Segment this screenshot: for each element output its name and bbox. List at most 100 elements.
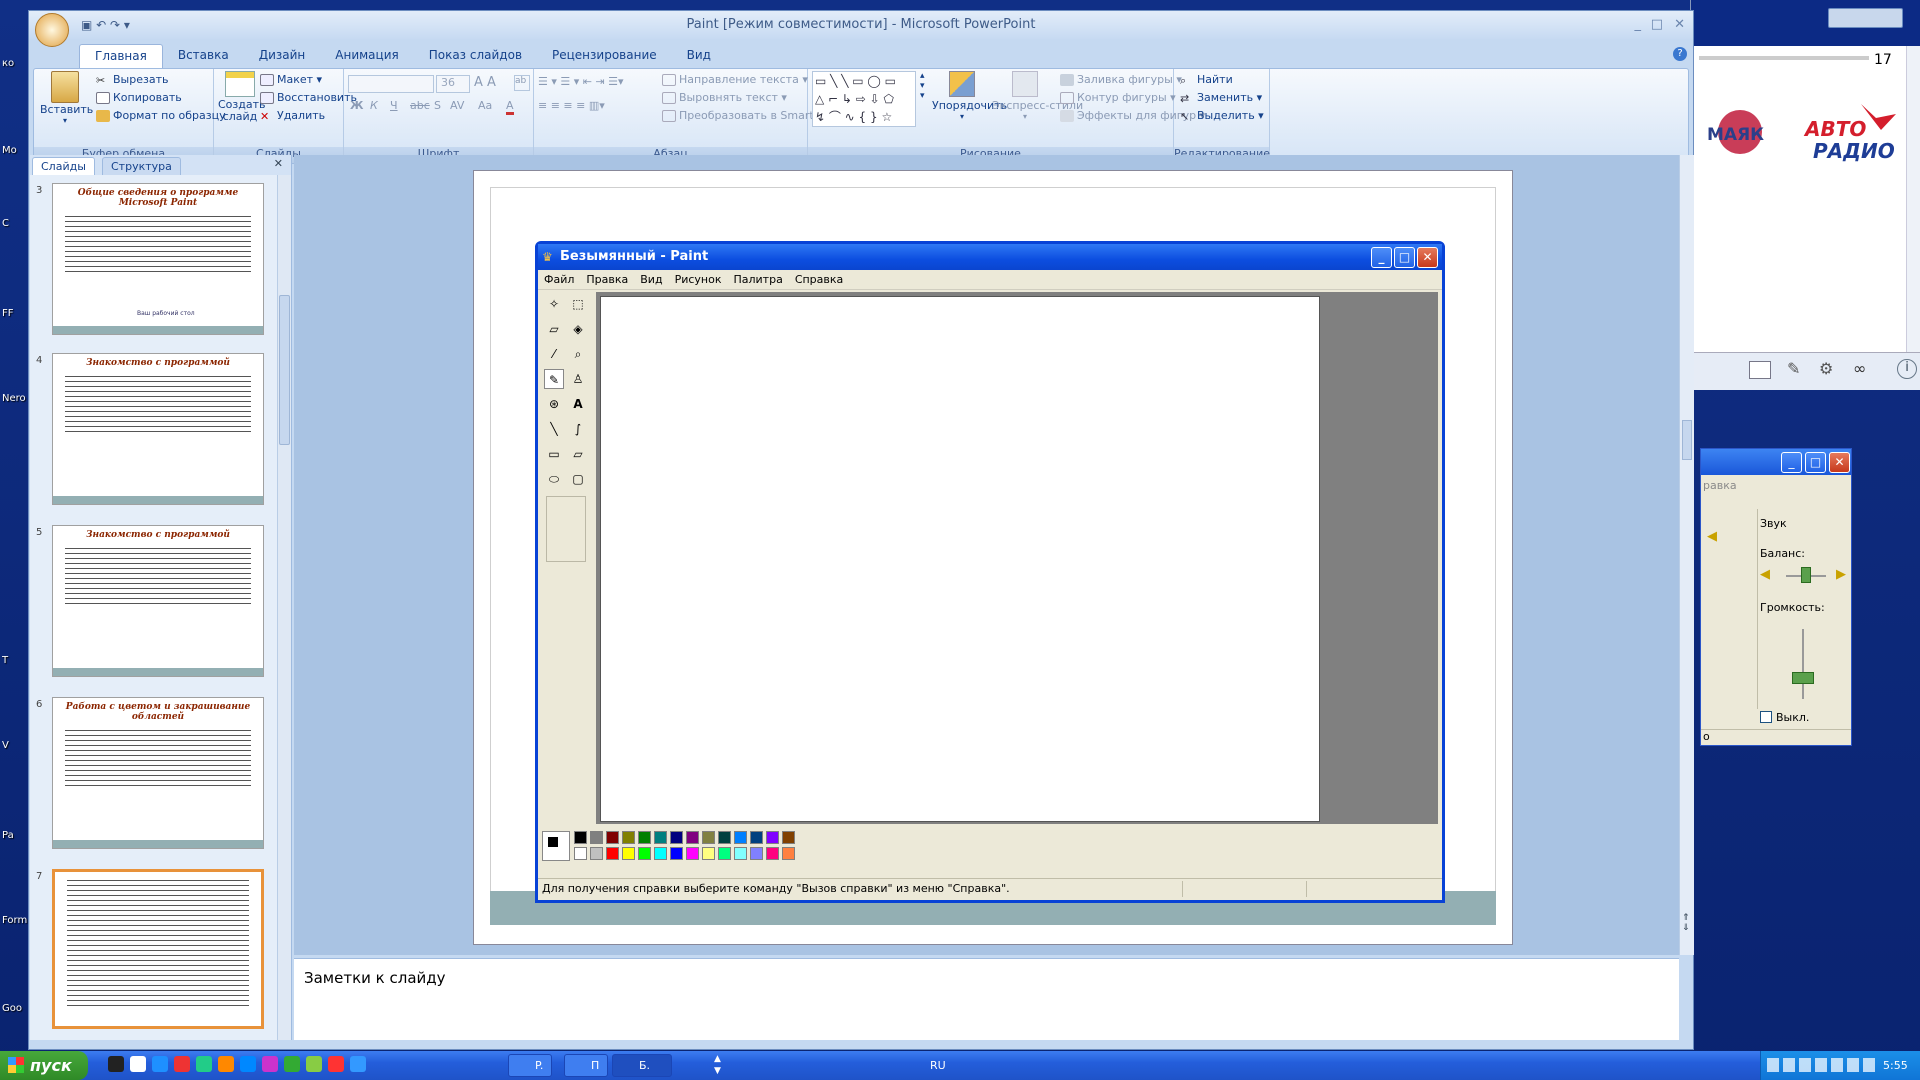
color-swatch[interactable]: [686, 831, 699, 844]
ppt-close-button[interactable]: ✕: [1674, 11, 1685, 39]
text-direction-button[interactable]: Направление текста ▾: [662, 73, 808, 86]
arrange-button[interactable]: Упорядочить ▾: [932, 71, 1007, 121]
slide-nav-arrows[interactable]: ⇑ ⇓: [1682, 913, 1690, 933]
tab-slideshow[interactable]: Показ слайдов: [414, 44, 537, 68]
tab-home[interactable]: Главная: [79, 44, 163, 68]
ie-icon[interactable]: [218, 1056, 234, 1072]
cut-button[interactable]: ✂ Вырезать: [96, 73, 168, 87]
notepad-icon[interactable]: [130, 1056, 146, 1072]
color-swatch[interactable]: [590, 847, 603, 860]
color-swatch[interactable]: [670, 831, 683, 844]
find-button[interactable]: ⌕ Найти: [1180, 73, 1233, 87]
color-swatch[interactable]: [766, 831, 779, 844]
new-slide-button[interactable]: Создать слайд: [218, 71, 266, 123]
winamp-icon[interactable]: [306, 1056, 322, 1072]
menu-image[interactable]: Рисунок: [675, 270, 722, 289]
tab-view[interactable]: Вид: [672, 44, 726, 68]
binoculars-icon[interactable]: ∞: [1853, 359, 1866, 378]
media-icon[interactable]: [262, 1056, 278, 1072]
color-swatch[interactable]: [606, 847, 619, 860]
desktop-icon-label[interactable]: Nero: [2, 393, 28, 404]
color-picker-icon[interactable]: ⁄: [544, 344, 564, 364]
format-painter-button[interactable]: Формат по образцу: [96, 109, 226, 122]
skype-icon[interactable]: [152, 1056, 168, 1072]
taskbar-scroll[interactable]: ▲ ▼: [714, 1053, 721, 1077]
volume-slider[interactable]: [1802, 629, 1804, 699]
color-swatch[interactable]: [654, 847, 667, 860]
color-swatch[interactable]: [766, 847, 779, 860]
grow-font-button[interactable]: A A: [474, 75, 496, 90]
ppt-minimize-button[interactable]: _: [1635, 11, 1642, 39]
pane-scrollbar[interactable]: [277, 175, 291, 1040]
slide-thumbnail[interactable]: Общие сведения о программе Microsoft Pai…: [52, 183, 264, 335]
mute-checkbox[interactable]: [1760, 711, 1772, 723]
color-swatch[interactable]: [606, 831, 619, 844]
delete-slide-button[interactable]: ✕ Удалить: [260, 109, 325, 123]
fill-bucket-icon[interactable]: ◈: [568, 319, 588, 339]
utorrent-icon[interactable]: [284, 1056, 300, 1072]
language-indicator[interactable]: RU: [930, 1051, 946, 1080]
tab-review[interactable]: Рецензирование: [537, 44, 672, 68]
firefox-icon[interactable]: [240, 1056, 256, 1072]
desktop-icon-label[interactable]: Mo: [2, 145, 28, 156]
desktop-icon-label[interactable]: C: [2, 218, 28, 229]
line-tool-icon[interactable]: ╲: [544, 419, 564, 439]
menu-colors[interactable]: Палитра: [733, 270, 782, 289]
shape-outline-button[interactable]: Контур фигуры ▾: [1060, 91, 1176, 104]
underline-button[interactable]: Ч: [390, 99, 398, 112]
desktop-icon-label[interactable]: T: [2, 655, 28, 666]
text-tool-icon[interactable]: A: [568, 394, 588, 414]
browser-minimize-button[interactable]: [1828, 8, 1903, 28]
balance-thumb[interactable]: [1801, 567, 1811, 583]
desktop-icon-label[interactable]: Goo: [2, 1003, 28, 1014]
start-button[interactable]: пуск: [0, 1051, 88, 1080]
menu-view[interactable]: Вид: [640, 270, 662, 289]
ellipse-tool-icon[interactable]: ⬭: [544, 469, 564, 489]
tray-icons[interactable]: [1767, 1058, 1877, 1072]
magnifier-icon[interactable]: ⌕: [568, 344, 588, 364]
info-icon[interactable]: i: [1897, 359, 1917, 379]
pencil-icon[interactable]: ✎: [544, 369, 564, 389]
color-swatch[interactable]: [750, 847, 763, 860]
desktop-icon-label[interactable]: ко: [2, 58, 28, 69]
current-colors[interactable]: [542, 831, 570, 861]
volume-minimize-button[interactable]: _: [1781, 452, 1802, 473]
color-swatch[interactable]: [590, 831, 603, 844]
quick-access-save-icon[interactable]: ▣ ↶ ↷ ▾: [81, 11, 130, 39]
paste-button[interactable]: Вставить ▾: [40, 71, 93, 125]
color-swatch[interactable]: [622, 831, 635, 844]
color-swatch[interactable]: [734, 847, 747, 860]
strike-button[interactable]: abc: [410, 99, 430, 112]
desktop-icon-label[interactable]: FF: [2, 308, 28, 319]
ppt-maximize-button[interactable]: □: [1651, 11, 1663, 39]
color-swatch[interactable]: [574, 847, 587, 860]
rectangle-tool-icon[interactable]: ▭: [544, 444, 564, 464]
task-paint[interactable]: Б.: [612, 1054, 672, 1077]
color-swatch[interactable]: [686, 847, 699, 860]
brush-tool-icon[interactable]: ♙: [568, 369, 588, 389]
menu-help[interactable]: Справка: [795, 270, 843, 289]
tab-animation[interactable]: Анимация: [320, 44, 413, 68]
color-swatch[interactable]: [782, 847, 795, 860]
replace-button[interactable]: ⇄ Заменить ▾: [1180, 91, 1262, 105]
color-swatch[interactable]: [574, 831, 587, 844]
color-swatch[interactable]: [734, 831, 747, 844]
tab-slides[interactable]: Слайды: [32, 157, 95, 175]
layout-button[interactable]: Макет ▾: [260, 73, 322, 86]
free-select-icon[interactable]: ✧: [544, 294, 564, 314]
curve-tool-icon[interactable]: ∫: [568, 419, 588, 439]
office-button[interactable]: [35, 13, 69, 47]
volume-maximize-button[interactable]: □: [1805, 452, 1826, 473]
tab-insert[interactable]: Вставка: [163, 44, 244, 68]
slide-thumbnail[interactable]: Работа с цветом и закрашивание областей: [52, 697, 264, 849]
clear-format-button[interactable]: ab: [514, 75, 530, 91]
paint-canvas[interactable]: [600, 296, 1320, 822]
list-icon[interactable]: [1749, 361, 1771, 379]
shadow-button[interactable]: S: [434, 99, 441, 112]
color-swatch[interactable]: [702, 831, 715, 844]
paint-close-button[interactable]: ✕: [1417, 247, 1438, 268]
color-swatch[interactable]: [654, 831, 667, 844]
app-icon[interactable]: [350, 1056, 366, 1072]
shape-fill-button[interactable]: Заливка фигуры ▾: [1060, 73, 1182, 86]
paint-maximize-button[interactable]: □: [1394, 247, 1415, 268]
